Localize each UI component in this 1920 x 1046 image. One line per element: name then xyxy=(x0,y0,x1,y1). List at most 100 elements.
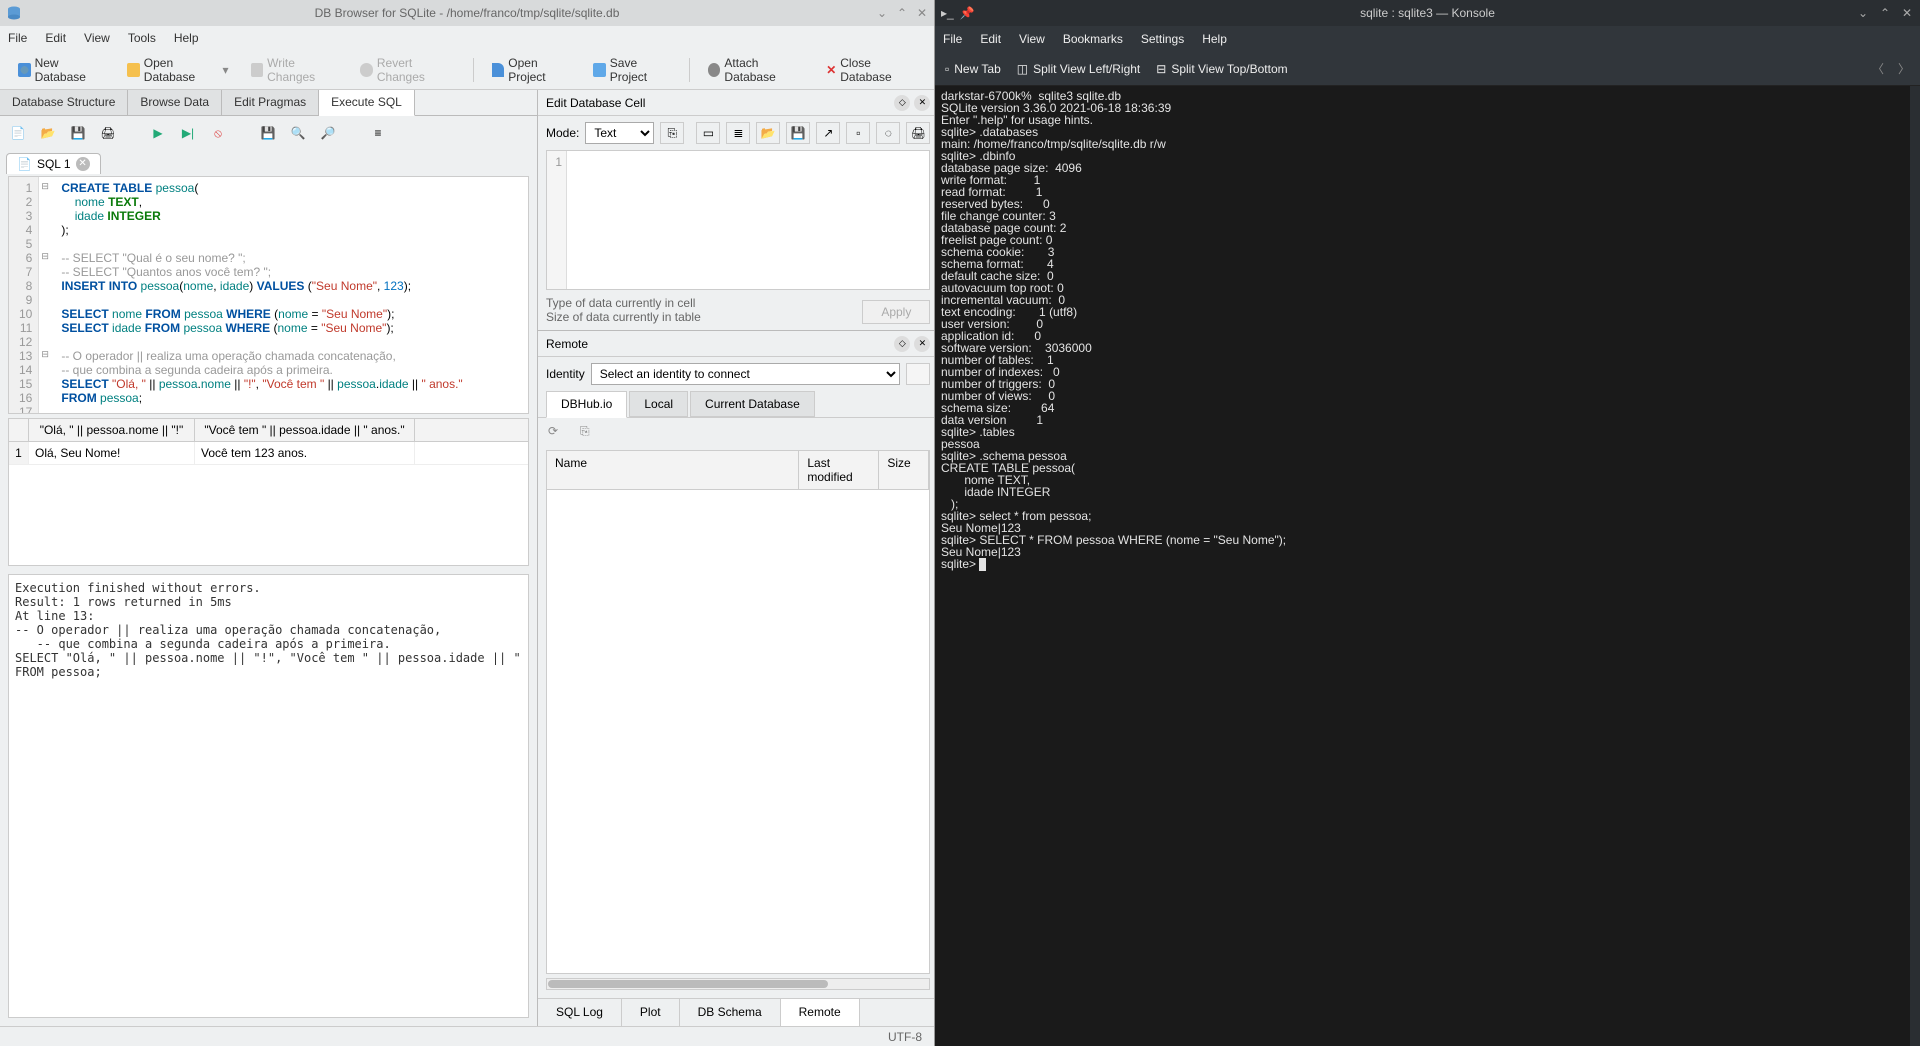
edit-cell-title: Edit Database Cell ◇✕ xyxy=(538,90,934,116)
save-sql-icon[interactable]: 💾 xyxy=(68,123,88,143)
term-menu-help[interactable]: Help xyxy=(1202,32,1227,46)
remote-table[interactable]: Name Last modified Size xyxy=(546,450,930,974)
split-tb-button[interactable]: ⊟Split View Top/Bottom xyxy=(1156,62,1287,76)
mode-select[interactable]: Text xyxy=(585,122,654,144)
cell-tool-5-icon[interactable]: ↗ xyxy=(816,122,840,144)
close-tab-icon[interactable]: ✕ xyxy=(76,157,90,171)
close-remote-icon[interactable]: ✕ xyxy=(914,336,930,352)
terminal-output[interactable]: darkstar-6700k% sqlite3 sqlite.dbSQLite … xyxy=(935,86,1910,1046)
execution-log[interactable]: Execution finished without errors. Resul… xyxy=(8,574,529,1018)
term-minimize-icon[interactable]: ⌄ xyxy=(1856,6,1870,20)
result-grid[interactable]: "Olá, " || pessoa.nome || "!" "Você tem … xyxy=(8,418,529,566)
open-database-button[interactable]: Open Database▾ xyxy=(119,53,236,87)
cell-tool-2-icon[interactable]: ≣ xyxy=(726,122,750,144)
run-icon[interactable]: ▶ xyxy=(148,123,168,143)
new-tab-button[interactable]: ▫New Tab xyxy=(945,62,1001,76)
print-icon[interactable]: 🖨 xyxy=(98,123,118,143)
export-cell-icon[interactable]: ⎘ xyxy=(660,122,684,144)
close-db-icon: ✕ xyxy=(826,63,836,77)
run-line-icon[interactable]: ▶| xyxy=(178,123,198,143)
remote-col-name[interactable]: Name xyxy=(547,451,799,489)
identity-config-icon[interactable] xyxy=(906,363,930,385)
revert-changes-button[interactable]: Revert Changes xyxy=(352,53,463,87)
menu-tools[interactable]: Tools xyxy=(128,31,156,45)
nav-back-icon[interactable]: 〈 xyxy=(1872,60,1884,77)
close-icon[interactable]: ✕ xyxy=(914,5,930,21)
minimize-icon[interactable]: ⌄ xyxy=(874,5,890,21)
write-icon xyxy=(251,63,264,77)
bottom-tab-remote[interactable]: Remote xyxy=(781,999,860,1026)
tab-edit-pragmas[interactable]: Edit Pragmas xyxy=(222,90,319,115)
attach-database-button[interactable]: Attach Database xyxy=(700,53,812,87)
write-changes-button[interactable]: Write Changes xyxy=(243,53,347,87)
term-menu-edit[interactable]: Edit xyxy=(980,32,1001,46)
cell-tool-3-icon[interactable]: 📂 xyxy=(756,122,780,144)
remote-scrollbar[interactable] xyxy=(546,978,930,990)
term-menu-view[interactable]: View xyxy=(1019,32,1045,46)
cell-tool-6-icon[interactable]: ▫ xyxy=(846,122,870,144)
find-replace-icon[interactable]: 🔎 xyxy=(318,123,338,143)
cell-tool-1-icon[interactable]: ▭ xyxy=(696,122,720,144)
split-lr-button[interactable]: ◫Split View Left/Right xyxy=(1017,62,1141,76)
open-db-icon xyxy=(127,63,139,77)
nav-fwd-icon[interactable]: 〉 xyxy=(1898,60,1910,77)
remote-tab-local[interactable]: Local xyxy=(629,391,688,417)
open-sql-icon[interactable]: 📂 xyxy=(38,123,58,143)
bottom-tab-plot[interactable]: Plot xyxy=(622,999,680,1026)
maximize-icon[interactable]: ⌃ xyxy=(894,5,910,21)
undock-icon[interactable]: ◇ xyxy=(894,95,910,111)
bottom-tab-dbschema[interactable]: DB Schema xyxy=(680,999,781,1026)
stop-icon[interactable]: ⦸ xyxy=(208,123,228,143)
save-result-icon[interactable]: 💾 xyxy=(258,123,278,143)
cell-textarea[interactable]: 1 xyxy=(546,150,930,290)
close-panel-icon[interactable]: ✕ xyxy=(914,95,930,111)
term-menu-bookmarks[interactable]: Bookmarks xyxy=(1063,32,1123,46)
new-sql-tab-icon[interactable]: 📄 xyxy=(8,123,28,143)
code-area[interactable]: CREATE TABLE pessoa( nome TEXT, idade IN… xyxy=(55,177,468,413)
statusbar: UTF-8 xyxy=(0,1026,934,1046)
tab-database-structure[interactable]: Database Structure xyxy=(0,90,128,115)
menu-help[interactable]: Help xyxy=(174,31,199,45)
remote-tab-dbhub[interactable]: DBHub.io xyxy=(546,391,627,418)
remote-tab-current[interactable]: Current Database xyxy=(690,391,815,417)
pin-icon[interactable]: 📌 xyxy=(960,6,975,20)
cell-print-icon[interactable]: 🖨 xyxy=(906,122,930,144)
indent-icon[interactable]: ≡ xyxy=(368,123,388,143)
identity-select[interactable]: Select an identity to connect xyxy=(591,363,901,385)
term-menu-settings[interactable]: Settings xyxy=(1141,32,1184,46)
result-row[interactable]: 1 Olá, Seu Nome! Você tem 123 anos. xyxy=(9,442,528,465)
menu-view[interactable]: View xyxy=(84,31,110,45)
menu-edit[interactable]: Edit xyxy=(45,31,66,45)
undock-remote-icon[interactable]: ◇ xyxy=(894,336,910,352)
term-menu-file[interactable]: File xyxy=(943,32,962,46)
apply-button[interactable]: Apply xyxy=(862,300,930,324)
tab-browse-data[interactable]: Browse Data xyxy=(128,90,222,115)
window-title: DB Browser for SQLite - /home/franco/tmp… xyxy=(315,6,620,20)
save-project-button[interactable]: Save Project xyxy=(585,53,679,87)
cell-tool-4-icon[interactable]: 💾 xyxy=(786,122,810,144)
refresh-remote-icon[interactable]: ⟳ xyxy=(548,424,568,444)
remote-col-modified[interactable]: Last modified xyxy=(799,451,879,489)
term-close-icon[interactable]: ✕ xyxy=(1900,6,1914,20)
open-project-button[interactable]: Open Project xyxy=(484,53,580,87)
term-toolbar: ▫New Tab ◫Split View Left/Right ⊟Split V… xyxy=(935,52,1920,86)
close-database-button[interactable]: ✕Close Database xyxy=(818,53,924,87)
clone-remote-icon[interactable]: ⎘ xyxy=(580,424,600,444)
bottom-tab-sqllog[interactable]: SQL Log xyxy=(538,999,622,1026)
result-col-2[interactable]: "Você tem " || pessoa.idade || " anos." xyxy=(195,419,415,441)
fold-gutter[interactable]: ⊟⊟⊟ xyxy=(39,177,55,413)
new-database-button[interactable]: New Database xyxy=(10,53,113,87)
result-col-1[interactable]: "Olá, " || pessoa.nome || "!" xyxy=(29,419,195,441)
find-icon[interactable]: 🔍 xyxy=(288,123,308,143)
sql-editor[interactable]: 1234567891011121314151617 ⊟⊟⊟ CREATE TAB… xyxy=(8,176,529,414)
terminal-scrollbar[interactable] xyxy=(1910,86,1920,1046)
terminal-icon: ▸_ xyxy=(941,6,954,20)
sql-tab-1[interactable]: 📄 SQL 1 ✕ xyxy=(6,153,101,174)
cell-tool-7-icon[interactable]: ◌ xyxy=(876,122,900,144)
term-maximize-icon[interactable]: ⌃ xyxy=(1878,6,1892,20)
tab-execute-sql[interactable]: Execute SQL xyxy=(319,90,415,116)
main-toolbar: New Database Open Database▾ Write Change… xyxy=(0,50,934,90)
menu-file[interactable]: File xyxy=(8,31,27,45)
remote-col-size[interactable]: Size xyxy=(879,451,929,489)
line-gutter: 1234567891011121314151617 xyxy=(9,177,39,413)
